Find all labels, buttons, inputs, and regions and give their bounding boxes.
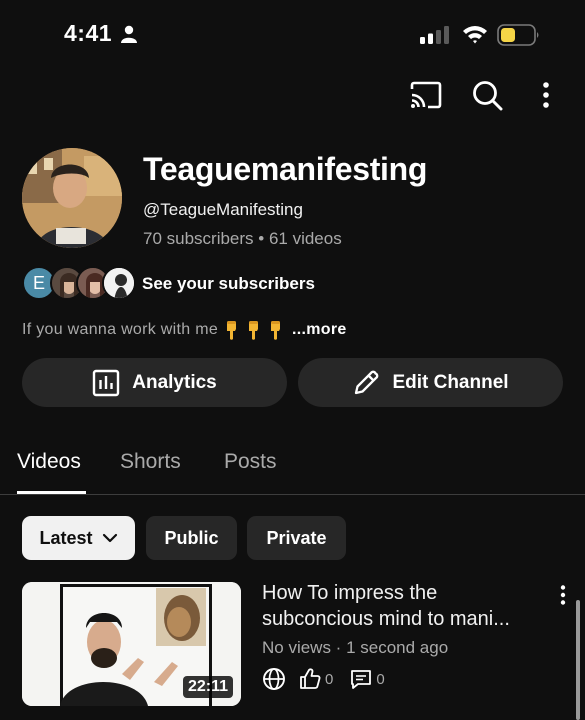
analytics-button[interactable]: Analytics (22, 358, 287, 407)
video-thumbnail[interactable]: 22:11 (22, 582, 241, 706)
tab-posts[interactable]: Posts (224, 450, 277, 474)
cast-icon[interactable] (409, 80, 443, 110)
signal-icon (420, 26, 449, 44)
globe-icon (263, 668, 285, 690)
status-bar: 4:41 (0, 0, 585, 70)
video-title-line: subconcious mind to mani... (262, 608, 510, 630)
private-filter-chip[interactable]: Private (247, 516, 346, 560)
search-icon[interactable] (471, 79, 503, 111)
channel-handle: @TeagueManifesting (143, 200, 303, 219)
chevron-down-icon (102, 533, 117, 543)
person-icon (121, 25, 137, 43)
see-subscribers-row[interactable]: E See your subscribers (22, 266, 442, 302)
wifi-icon (463, 26, 487, 44)
description-more-link[interactable]: ...more (292, 321, 347, 339)
channel-stats: 70 subscribers • 61 videos (143, 229, 342, 248)
video-stats-row: 0 0 (262, 666, 401, 692)
tab-shorts[interactable]: Shorts (120, 450, 181, 474)
description-text: If you wanna work with me (22, 321, 219, 338)
video-more-vert-icon[interactable] (557, 584, 569, 606)
scrollbar[interactable] (576, 600, 580, 720)
analytics-label: Analytics (132, 371, 217, 393)
public-filter-chip[interactable]: Public (146, 516, 237, 560)
analytics-icon (93, 369, 120, 396)
subscriber-avatar (102, 266, 136, 300)
video-meta: No views · 1 second ago (262, 638, 449, 657)
edit-channel-button[interactable]: Edit Channel (298, 358, 563, 407)
channel-description[interactable]: If you wanna work with me ...more (22, 320, 347, 340)
thumbs-up-icon (300, 668, 321, 689)
video-title[interactable]: How To impress the subconcious mind to m… (262, 580, 547, 632)
active-tab-indicator (17, 491, 86, 494)
pointing-down-emoji-icon (227, 321, 237, 340)
status-time: 4:41 (64, 20, 113, 46)
public-label: Public (164, 527, 219, 548)
like-count: 0 (325, 670, 334, 688)
more-vert-icon[interactable] (538, 80, 554, 110)
edit-channel-label: Edit Channel (392, 371, 509, 393)
video-title-line: How To impress the (262, 582, 438, 604)
battery-icon (497, 24, 539, 46)
video-duration: 22:11 (182, 676, 233, 698)
latest-filter-chip[interactable]: Latest (22, 516, 135, 560)
pointing-down-emoji-icon (249, 321, 259, 340)
pointing-down-emoji-icon (271, 321, 281, 340)
channel-avatar[interactable] (22, 148, 122, 248)
comment-count: 0 (376, 670, 385, 688)
comment-icon (351, 670, 372, 689)
tab-videos[interactable]: Videos (17, 450, 81, 474)
latest-label: Latest (39, 527, 93, 548)
pencil-icon (355, 370, 379, 394)
private-label: Private (266, 527, 327, 548)
channel-tabs: Videos Shorts Posts (0, 440, 585, 495)
see-subscribers-link[interactable]: See your subscribers (142, 274, 315, 294)
channel-name: Teaguemanifesting (143, 151, 428, 187)
